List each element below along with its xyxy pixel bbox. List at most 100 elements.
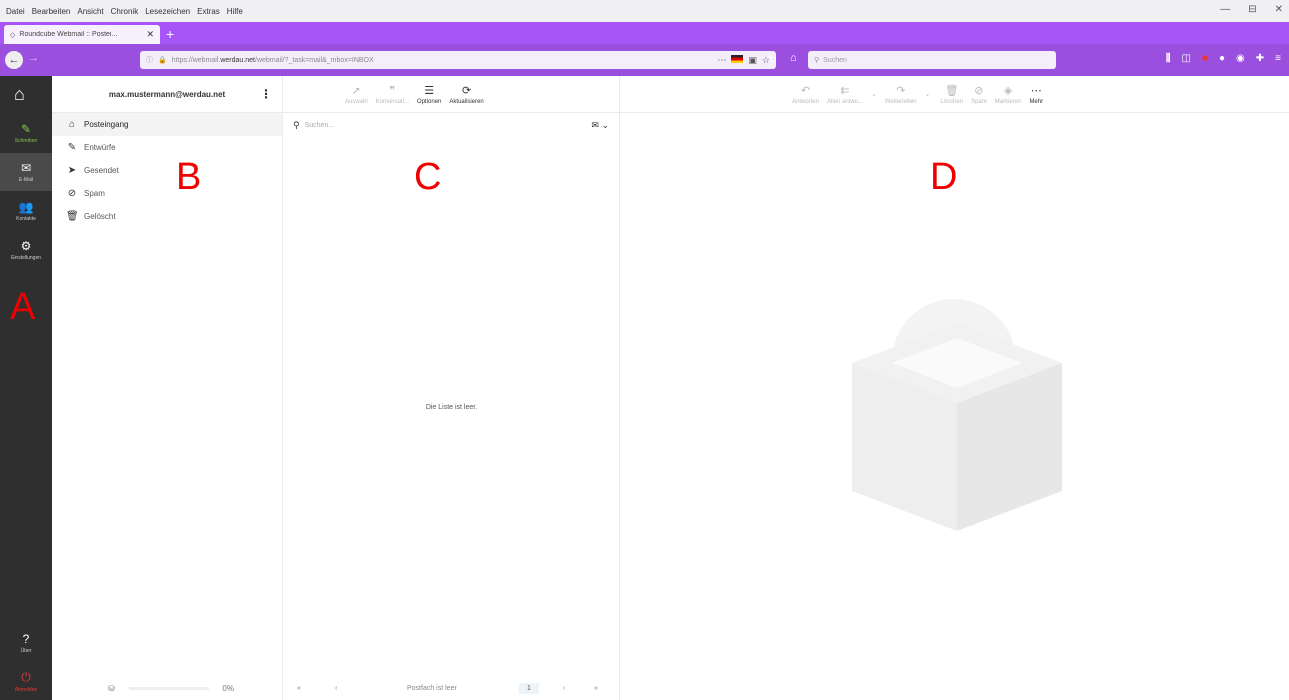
quota-percent: 0% [222,683,234,693]
nav-about[interactable]: ? Über [0,624,52,662]
folder-footer: ⛁ 0% [52,676,282,700]
adblock-icon[interactable]: ■ [1202,53,1208,64]
browser-menubar: Datei Bearbeiten Ansicht Chronik Lesezei… [0,0,1289,22]
puzzle-icon[interactable]: ✚ [1256,53,1264,64]
address-bar[interactable]: ⓘ 🔒 https://webmail.werdau.net/webmail/?… [140,51,776,69]
folder-item-trash[interactable]: 🗑 Gelöscht [52,205,282,228]
menu-ansicht[interactable]: Ansicht [77,7,103,16]
browser-tab[interactable]: ◇ Roundcube Webmail :: Postei... ✕ [4,25,160,44]
prev-page-icon[interactable]: ‹ [335,685,337,692]
window-controls: — ⊟ ✕ [1220,4,1283,15]
first-page-icon[interactable]: « [297,685,301,692]
refresh-label: Aktualisieren [449,98,484,105]
options-icon: ☰ [424,84,435,97]
back-button[interactable]: ← [5,51,23,69]
menu-extras[interactable]: Extras [197,7,220,16]
reply-button[interactable]: ↶ Antworten [792,84,819,105]
quota-icon[interactable]: ⛁ [108,684,115,693]
last-page-icon[interactable]: » [594,685,598,692]
folder-label: Entwürfe [84,143,116,152]
hamburger-menu-icon[interactable]: ≡ [1275,53,1281,64]
roundcube-logo-icon[interactable]: ⌂ [14,84,25,105]
trash-icon: 🗑 [944,84,959,97]
nav-contacts[interactable]: 👥 Kontakte [0,192,52,230]
new-tab-icon[interactable]: + [166,26,174,42]
gear-icon: ⚙ [20,239,32,253]
send-icon: ➤ [67,165,77,176]
nav-compose[interactable]: ✎ Schreiben [0,114,52,152]
spam-button[interactable]: ⊘ Spam [971,84,987,105]
extension-icon[interactable]: ● [1219,53,1225,64]
folder-options-icon[interactable]: ⋮ [260,87,272,101]
list-search-input[interactable]: ⚲ Suchen... ✉ ⌄ [283,113,619,137]
menu-bearbeiten[interactable]: Bearbeiten [32,7,71,16]
forward-icon: ↷ [896,84,906,97]
maximize-button[interactable]: ⊟ [1248,4,1256,15]
forward-dropdown-icon[interactable]: ⌄ [925,90,931,98]
nav-contacts-label: Kontakte [16,216,36,222]
folder-item-sent[interactable]: ➤ Gesendet [52,159,282,182]
reply-label: Antworten [792,98,820,105]
envelope-filter-icon[interactable]: ✉ ⌄ [591,120,609,131]
nav-logout-label: Abmelden [14,686,38,693]
inbox-icon: ⌂ [68,119,76,130]
lock-icon[interactable]: 🔒 [158,56,167,64]
quota-bar [128,686,209,690]
sidebar-icon[interactable]: ◫ [1181,53,1190,64]
list-pager: « ‹ Postfach ist leer 1 › » [283,676,620,700]
page-actions-icon[interactable]: ⋯ [717,55,726,66]
more-button[interactable]: ⋯ Mehr [1029,84,1043,105]
menu-hilfe[interactable]: Hilfe [227,7,243,16]
more-icon: ⋯ [1030,84,1042,97]
folder-label: Posteingang [84,120,129,129]
tab-close-icon[interactable]: ✕ [146,29,154,40]
library-icon[interactable]: ⫼ [1166,53,1171,64]
reply-dropdown-icon[interactable]: ⌄ [871,90,877,98]
german-flag-icon[interactable] [731,54,744,63]
options-button[interactable]: ☰ Optionen [417,84,441,105]
nav-mail-label: E-Mail [18,177,34,183]
spam-icon: ⊘ [974,84,984,97]
delete-label: Löschen [940,98,964,105]
tab-title: Roundcube Webmail :: Postei... [19,31,118,38]
reply-all-label: Allen antwo... [827,98,864,105]
delete-button[interactable]: 🗑 Löschen [940,84,963,105]
pocket-icon[interactable]: ▣ [748,55,757,66]
nav-settings[interactable]: ⚙ Einstellungen [0,231,52,269]
folder-item-spam[interactable]: ⊘ Spam [52,182,282,205]
list-toolbar: ➚ Auswahl ❞ Konversati... ☰ Optionen ⟳ A… [283,76,619,113]
privacy-icon[interactable]: ◉ [1236,53,1245,64]
minimize-button[interactable]: — [1220,4,1230,15]
nav-about-label: Über [20,648,32,654]
reload-icon[interactable]: ↻ [768,53,777,66]
reply-all-button[interactable]: ⇇ Allen antwo... [827,84,863,105]
menu-lesezeichen[interactable]: Lesezeichen [145,7,190,16]
nav-logout[interactable]: ⏻ Abmelden [0,662,52,700]
select-button[interactable]: ➚ Auswahl [345,84,368,105]
close-window-button[interactable]: ✕ [1275,4,1283,15]
folder-item-drafts[interactable]: ✎ Entwürfe [52,136,282,159]
browser-navbar: ← → ⓘ 🔒 https://webmail.werdau.net/webma… [0,44,1289,76]
forward-button[interactable]: ↷ Weiterleiten [885,84,917,105]
empty-list-message: Die Liste ist leer. [425,404,478,411]
nav-mail[interactable]: ✉ E-Mail [0,153,52,191]
page-number-input[interactable]: 1 [519,682,539,694]
extension-toolbar: ⫼ ◫ ■ ● ◉ ✚ ≡ [1166,53,1281,64]
info-icon[interactable]: ⓘ [146,55,153,65]
menu-chronik[interactable]: Chronik [111,7,139,16]
options-label: Optionen [417,98,442,105]
browser-search-input[interactable]: ⚲ Suchen [808,51,1056,69]
refresh-icon: ⟳ [461,84,472,97]
menu-datei[interactable]: Datei [6,7,25,16]
home-icon[interactable]: ⌂ [790,52,797,64]
account-header: max.mustermann@werdau.net ⋮ [52,76,282,113]
folder-item-inbox[interactable]: ⌂ Posteingang [52,113,282,136]
overlay-label-b: B [176,156,202,198]
search-icon: ⚲ [293,119,300,130]
threads-button[interactable]: ❞ Konversati... [376,84,409,105]
mark-button[interactable]: ◈ Markieren [995,84,1022,105]
account-email: max.mustermann@werdau.net [108,89,226,99]
refresh-button[interactable]: ⟳ Aktualisieren [449,84,483,105]
next-page-icon[interactable]: › [563,685,565,692]
forward-button[interactable]: → [28,52,39,64]
